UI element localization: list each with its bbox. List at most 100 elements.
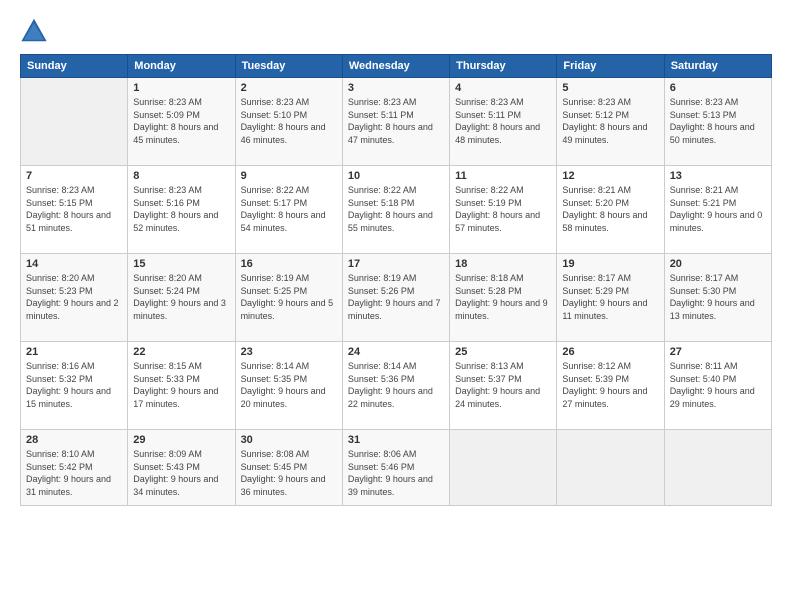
logo-icon	[20, 16, 48, 44]
day-detail: Sunrise: 8:23 AM Sunset: 5:16 PM Dayligh…	[133, 184, 229, 234]
calendar-cell: 21 Sunrise: 8:16 AM Sunset: 5:32 PM Dayli…	[21, 342, 128, 430]
day-number: 13	[670, 170, 766, 182]
day-detail: Sunrise: 8:13 AM Sunset: 5:37 PM Dayligh…	[455, 360, 551, 410]
calendar-cell: 30Sunrise: 8:08 AM Sunset: 5:45 PM Dayli…	[235, 430, 342, 506]
day-number: 9	[241, 170, 337, 182]
day-detail: Sunrise: 8:23 AM Sunset: 5:15 PM Dayligh…	[26, 184, 122, 234]
calendar-cell	[450, 430, 557, 506]
calendar-cell	[557, 430, 664, 506]
day-detail: Sunrise: 8:19 AM Sunset: 5:25 PM Dayligh…	[241, 272, 337, 322]
calendar-cell: 7 Sunrise: 8:23 AM Sunset: 5:15 PM Daylig…	[21, 166, 128, 254]
calendar-week-3: 14Sunrise: 8:20 AM Sunset: 5:23 PM Dayli…	[21, 254, 772, 342]
day-number: 22	[133, 346, 229, 358]
day-number: 5	[562, 82, 658, 94]
weekday-header-saturday: Saturday	[664, 55, 771, 78]
day-detail: Sunrise: 8:20 AM Sunset: 5:24 PM Dayligh…	[133, 272, 229, 322]
day-detail: Sunrise: 8:22 AM Sunset: 5:18 PM Dayligh…	[348, 184, 444, 234]
day-detail: Sunrise: 8:21 AM Sunset: 5:21 PM Dayligh…	[670, 184, 766, 234]
calendar-cell: 6Sunrise: 8:23 AM Sunset: 5:13 PM Daylig…	[664, 78, 771, 166]
day-detail: Sunrise: 8:17 AM Sunset: 5:30 PM Dayligh…	[670, 272, 766, 322]
day-number: 25	[455, 346, 551, 358]
calendar-cell: 18Sunrise: 8:18 AM Sunset: 5:28 PM Dayli…	[450, 254, 557, 342]
day-detail: Sunrise: 8:06 AM Sunset: 5:46 PM Dayligh…	[348, 448, 444, 498]
calendar-cell: 5Sunrise: 8:23 AM Sunset: 5:12 PM Daylig…	[557, 78, 664, 166]
day-detail: Sunrise: 8:23 AM Sunset: 5:10 PM Dayligh…	[241, 96, 337, 146]
calendar-cell: 25 Sunrise: 8:13 AM Sunset: 5:37 PM Dayli…	[450, 342, 557, 430]
day-number: 4	[455, 82, 551, 94]
day-number: 15	[133, 258, 229, 270]
calendar-cell: 8 Sunrise: 8:23 AM Sunset: 5:16 PM Daylig…	[128, 166, 235, 254]
day-number: 24	[348, 346, 444, 358]
day-number: 31	[348, 434, 444, 446]
calendar-cell: 17 Sunrise: 8:19 AM Sunset: 5:26 PM Dayli…	[342, 254, 449, 342]
weekday-header-wednesday: Wednesday	[342, 55, 449, 78]
calendar-cell: 4Sunrise: 8:23 AM Sunset: 5:11 PM Daylig…	[450, 78, 557, 166]
header	[20, 16, 772, 44]
weekday-header-thursday: Thursday	[450, 55, 557, 78]
calendar-cell: 12Sunrise: 8:21 AM Sunset: 5:20 PM Dayli…	[557, 166, 664, 254]
day-detail: Sunrise: 8:14 AM Sunset: 5:35 PM Dayligh…	[241, 360, 337, 410]
day-number: 6	[670, 82, 766, 94]
calendar-cell: 22 Sunrise: 8:15 AM Sunset: 5:33 PM Dayli…	[128, 342, 235, 430]
calendar-cell: 28Sunrise: 8:10 AM Sunset: 5:42 PM Dayli…	[21, 430, 128, 506]
day-detail: Sunrise: 8:09 AM Sunset: 5:43 PM Dayligh…	[133, 448, 229, 498]
calendar-cell: 3 Sunrise: 8:23 AM Sunset: 5:11 PM Daylig…	[342, 78, 449, 166]
weekday-header-sunday: Sunday	[21, 55, 128, 78]
calendar-cell: 29 Sunrise: 8:09 AM Sunset: 5:43 PM Dayli…	[128, 430, 235, 506]
day-detail: Sunrise: 8:22 AM Sunset: 5:17 PM Dayligh…	[241, 184, 337, 234]
day-number: 28	[26, 434, 122, 446]
day-number: 16	[241, 258, 337, 270]
day-number: 17	[348, 258, 444, 270]
day-detail: Sunrise: 8:08 AM Sunset: 5:45 PM Dayligh…	[241, 448, 337, 498]
day-number: 8	[133, 170, 229, 182]
weekday-header-tuesday: Tuesday	[235, 55, 342, 78]
day-detail: Sunrise: 8:15 AM Sunset: 5:33 PM Dayligh…	[133, 360, 229, 410]
day-detail: Sunrise: 8:18 AM Sunset: 5:28 PM Dayligh…	[455, 272, 551, 322]
calendar-cell: 31 Sunrise: 8:06 AM Sunset: 5:46 PM Dayli…	[342, 430, 449, 506]
calendar-cell: 1 Sunrise: 8:23 AM Sunset: 5:09 PM Daylig…	[128, 78, 235, 166]
calendar-cell: 10 Sunrise: 8:22 AM Sunset: 5:18 PM Dayli…	[342, 166, 449, 254]
day-detail: Sunrise: 8:17 AM Sunset: 5:29 PM Dayligh…	[562, 272, 658, 322]
day-number: 10	[348, 170, 444, 182]
day-detail: Sunrise: 8:11 AM Sunset: 5:40 PM Dayligh…	[670, 360, 766, 410]
calendar-cell	[21, 78, 128, 166]
calendar-cell: 23 Sunrise: 8:14 AM Sunset: 5:35 PM Dayli…	[235, 342, 342, 430]
weekday-header-monday: Monday	[128, 55, 235, 78]
day-number: 7	[26, 170, 122, 182]
day-detail: Sunrise: 8:19 AM Sunset: 5:26 PM Dayligh…	[348, 272, 444, 322]
day-detail: Sunrise: 8:21 AM Sunset: 5:20 PM Dayligh…	[562, 184, 658, 234]
day-number: 3	[348, 82, 444, 94]
weekday-header-row: SundayMondayTuesdayWednesdayThursdayFrid…	[21, 55, 772, 78]
day-number: 29	[133, 434, 229, 446]
calendar-cell: 20 Sunrise: 8:17 AM Sunset: 5:30 PM Dayli…	[664, 254, 771, 342]
day-number: 20	[670, 258, 766, 270]
day-number: 1	[133, 82, 229, 94]
day-number: 21	[26, 346, 122, 358]
day-detail: Sunrise: 8:23 AM Sunset: 5:11 PM Dayligh…	[348, 96, 444, 146]
calendar-cell: 19 Sunrise: 8:17 AM Sunset: 5:29 PM Dayli…	[557, 254, 664, 342]
day-detail: Sunrise: 8:12 AM Sunset: 5:39 PM Dayligh…	[562, 360, 658, 410]
calendar-week-1: 1 Sunrise: 8:23 AM Sunset: 5:09 PM Daylig…	[21, 78, 772, 166]
weekday-header-friday: Friday	[557, 55, 664, 78]
page: SundayMondayTuesdayWednesdayThursdayFrid…	[0, 0, 792, 612]
calendar-cell: 14Sunrise: 8:20 AM Sunset: 5:23 PM Dayli…	[21, 254, 128, 342]
calendar-week-4: 21 Sunrise: 8:16 AM Sunset: 5:32 PM Dayli…	[21, 342, 772, 430]
calendar-cell: 2Sunrise: 8:23 AM Sunset: 5:10 PM Daylig…	[235, 78, 342, 166]
calendar-week-2: 7 Sunrise: 8:23 AM Sunset: 5:15 PM Daylig…	[21, 166, 772, 254]
day-number: 27	[670, 346, 766, 358]
calendar-cell: 27 Sunrise: 8:11 AM Sunset: 5:40 PM Dayli…	[664, 342, 771, 430]
day-detail: Sunrise: 8:23 AM Sunset: 5:09 PM Dayligh…	[133, 96, 229, 146]
calendar-cell: 9 Sunrise: 8:22 AM Sunset: 5:17 PM Daylig…	[235, 166, 342, 254]
calendar-cell: 26 Sunrise: 8:12 AM Sunset: 5:39 PM Dayli…	[557, 342, 664, 430]
day-number: 19	[562, 258, 658, 270]
day-detail: Sunrise: 8:16 AM Sunset: 5:32 PM Dayligh…	[26, 360, 122, 410]
calendar-cell: 24 Sunrise: 8:14 AM Sunset: 5:36 PM Dayli…	[342, 342, 449, 430]
day-number: 23	[241, 346, 337, 358]
calendar-table: SundayMondayTuesdayWednesdayThursdayFrid…	[20, 54, 772, 506]
day-detail: Sunrise: 8:22 AM Sunset: 5:19 PM Dayligh…	[455, 184, 551, 234]
day-number: 26	[562, 346, 658, 358]
calendar-cell: 11Sunrise: 8:22 AM Sunset: 5:19 PM Dayli…	[450, 166, 557, 254]
day-detail: Sunrise: 8:14 AM Sunset: 5:36 PM Dayligh…	[348, 360, 444, 410]
calendar-cell: 13 Sunrise: 8:21 AM Sunset: 5:21 PM Dayli…	[664, 166, 771, 254]
day-detail: Sunrise: 8:20 AM Sunset: 5:23 PM Dayligh…	[26, 272, 122, 322]
